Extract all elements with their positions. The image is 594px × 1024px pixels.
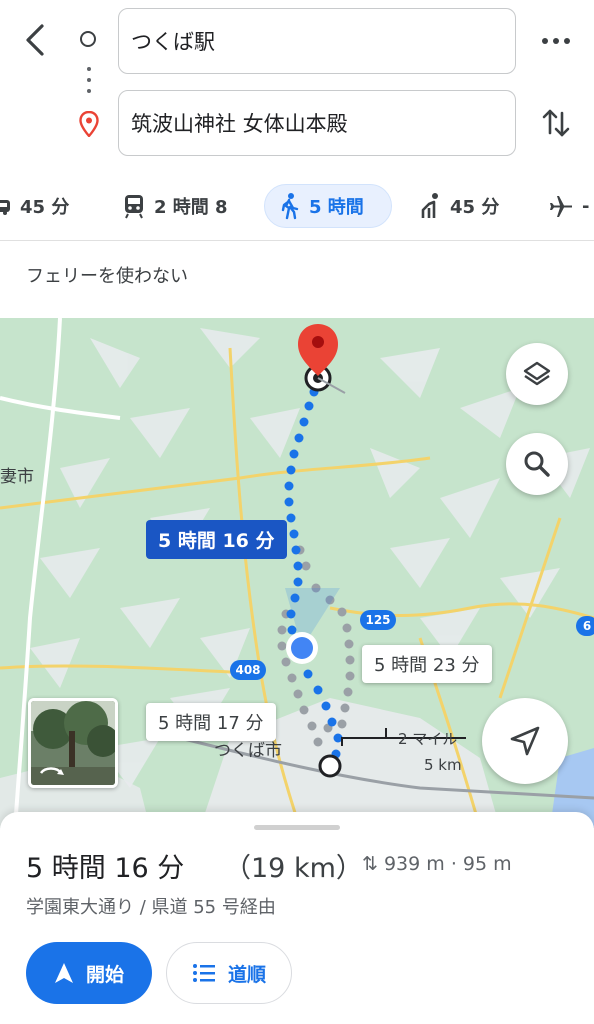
tab-train[interactable]: 2 時間 8 [122,184,228,228]
swap-button[interactable] [538,103,574,143]
avoid-ferries-option[interactable]: フェリーを使わない [26,262,188,288]
directions-list-button[interactable]: 道順 [166,942,292,1004]
travel-mode-tabs: 45 分 2 時間 8 5 時間 45 分 - [0,180,594,234]
tabs-divider [0,240,594,241]
start-button-label: 開始 [85,963,124,986]
destination-input[interactable]: 筑波山神社 女体山本殿 [118,90,516,156]
back-button[interactable] [18,20,54,60]
tab-flight[interactable]: - [548,184,589,228]
scale-miles: 2 マイル [398,730,458,748]
list-icon [192,964,215,982]
directions-button-label: 道順 [227,963,266,986]
more-options-button[interactable] [538,25,574,57]
tab-car-label: 45 分 [20,197,70,218]
street-view-thumbnail[interactable] [28,698,118,788]
route-distance: （19 km） [224,853,363,884]
tab-flight-label: - [582,195,590,217]
search-icon [524,451,550,477]
route-alt1-time-label[interactable]: 5 時間 23 分 [362,645,492,683]
tab-walk[interactable]: 5 時間 [264,184,392,228]
walk-icon [281,193,299,220]
route-duration: 5 時間 16 分 [26,853,185,884]
place-label-left: 妻市 [0,467,34,487]
tab-train-label: 2 時間 8 [154,197,228,218]
navigation-arrow-icon [510,726,540,756]
elevation-text: 939 m · 95 m [383,853,512,875]
scale-km: 5 km [424,756,462,774]
street-view-photo [31,701,115,785]
origin-input[interactable]: つくば駅 [118,8,516,74]
layers-button[interactable] [506,343,568,405]
sheet-drag-handle[interactable] [254,825,340,830]
route-via: 学園東大通り / 県道 55 号経由 [26,897,276,918]
more-horizontal-icon [542,38,570,44]
car-icon [0,200,10,215]
swap-vertical-icon [542,109,570,137]
route-alt2-time-label[interactable]: 5 時間 17 分 [146,703,276,741]
road-badge-125: 125 [360,610,396,630]
road-badge-408: 408 [230,660,266,680]
layers-icon [523,361,551,386]
elevation-arrow-icon: ⇅ [362,853,378,875]
destination-pin-icon [79,110,99,138]
tab-rideshare-label: 45 分 [450,197,500,218]
road-badge-6: 6 [576,616,594,636]
tab-rideshare[interactable]: 45 分 [420,184,499,228]
recenter-button[interactable] [482,698,568,784]
tab-car[interactable]: 45 分 [0,184,69,228]
start-button[interactable]: 開始 [26,942,152,1004]
rideshare-icon [421,193,438,218]
train-icon [125,195,143,219]
origin-circle-icon [80,31,96,47]
back-arrow-icon [26,24,44,56]
tab-walk-label: 5 時間 [309,197,364,218]
route-dots-icon [87,66,91,94]
navigation-start-icon [54,963,73,983]
map-search-button[interactable] [506,433,568,495]
elevation-info: ⇅ 939 m · 95 m [362,853,512,875]
route-main-time-label[interactable]: 5 時間 16 分 [146,520,287,559]
flight-icon [550,196,572,217]
